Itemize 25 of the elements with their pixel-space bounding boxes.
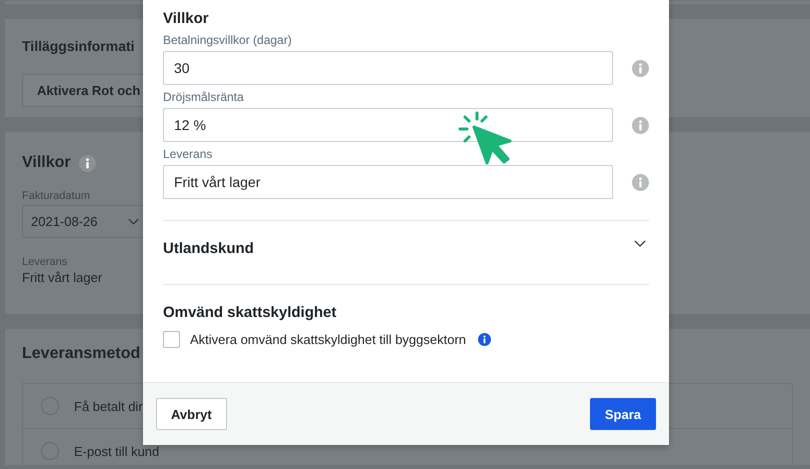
info-icon[interactable] bbox=[78, 154, 96, 172]
chevron-down-icon[interactable] bbox=[634, 240, 646, 247]
field-label: Leverans bbox=[163, 147, 214, 161]
input-field[interactable]: 30 bbox=[163, 51, 614, 85]
field-label: Fakturadatum bbox=[22, 190, 91, 202]
checkbox-label: Aktivera omvänd skattskyldighet till byggsektorn bbox=[190, 332, 466, 347]
dialog-heading: Villkor bbox=[163, 10, 210, 27]
cancel-button[interactable]: Avbryt bbox=[156, 398, 227, 430]
section-heading[interactable]: Utlandskund bbox=[163, 240, 254, 257]
section-title: Leveransmetod bbox=[22, 345, 140, 363]
field-label: Dröjsmålsränta bbox=[163, 90, 245, 104]
option-label: Få betalt dir bbox=[74, 398, 143, 414]
cursor-icon bbox=[458, 111, 514, 167]
input-field[interactable]: Fritt vårt lager bbox=[163, 165, 614, 199]
save-button[interactable]: Spara bbox=[590, 398, 656, 430]
option-label: E-post till kund bbox=[74, 444, 160, 458]
checkbox[interactable] bbox=[163, 331, 180, 348]
field-label: Betalningsvillkor (dagar) bbox=[163, 33, 293, 47]
field-value: Fritt vårt lager bbox=[22, 270, 104, 285]
input-field[interactable]: 12 % bbox=[163, 108, 614, 142]
section-heading: Omvänd skattskyldighet bbox=[163, 304, 338, 321]
field-label: Leverans bbox=[22, 256, 68, 268]
section-title: Tilläggsinformati bbox=[22, 38, 135, 54]
section-title: Villkor bbox=[22, 154, 71, 172]
info-icon[interactable] bbox=[478, 333, 492, 346]
